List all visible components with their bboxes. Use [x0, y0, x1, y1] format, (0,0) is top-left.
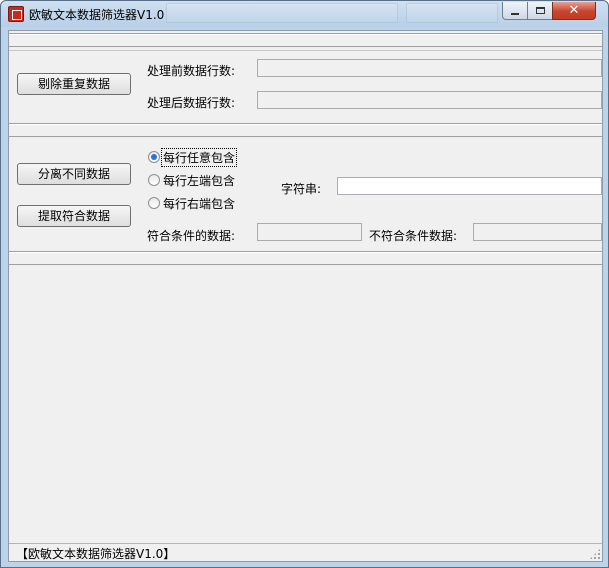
- window-title: 欧敏文本数据筛选器V1.0: [29, 8, 165, 22]
- title-bar[interactable]: 欧敏文本数据筛选器V1.0 ✕: [1, 1, 608, 27]
- section-divider: [9, 50, 602, 51]
- radio-left-contains[interactable]: [148, 174, 160, 186]
- background-window-ghost: [406, 3, 498, 23]
- before-count-field: [257, 59, 602, 77]
- remove-duplicates-button[interactable]: 剔除重复数据: [17, 73, 131, 95]
- before-count-label: 处理前数据行数:: [147, 64, 236, 78]
- app-logo-icon: [8, 6, 24, 22]
- separator-band: [9, 33, 602, 47]
- resize-grip-icon[interactable]: [589, 548, 601, 560]
- split-different-button[interactable]: 分离不同数据: [17, 163, 131, 185]
- client-area: 剔除重复数据 处理前数据行数: 处理后数据行数: 分离不同数据 提取符合数据 每…: [8, 30, 603, 562]
- separator-band: [9, 251, 602, 265]
- extract-matching-button[interactable]: 提取符合数据: [17, 205, 131, 227]
- radio-any-contains[interactable]: [148, 151, 160, 163]
- radio-any-contains-label[interactable]: 每行任意包含: [160, 148, 238, 167]
- app-window: 欧敏文本数据筛选器V1.0 ✕ 剔除重复数据 处理前数据行数: 处理后数据行数:…: [0, 0, 609, 568]
- maximize-button[interactable]: [527, 2, 553, 20]
- after-count-field: [257, 91, 602, 109]
- after-count-label: 处理后数据行数:: [147, 96, 236, 110]
- maximize-icon: [535, 7, 545, 14]
- nonmatching-data-label: 不符合条件数据:: [369, 229, 458, 243]
- minimize-icon: [511, 12, 519, 15]
- radio-right-contains[interactable]: [148, 197, 160, 209]
- minimize-button[interactable]: [502, 2, 528, 20]
- empty-work-area: [9, 267, 602, 543]
- string-label: 字符串:: [281, 182, 322, 196]
- radio-right-contains-label[interactable]: 每行右端包含: [163, 195, 235, 212]
- string-input[interactable]: [337, 177, 602, 195]
- close-button[interactable]: ✕: [552, 2, 596, 20]
- nonmatching-data-field: [473, 223, 602, 241]
- radio-left-contains-label[interactable]: 每行左端包含: [163, 172, 235, 189]
- status-bar: 【欧敏文本数据筛选器V1.0】: [9, 543, 602, 561]
- matching-data-label: 符合条件的数据:: [147, 229, 236, 243]
- background-window-ghost: [166, 3, 398, 23]
- separator-band: [9, 123, 602, 137]
- matching-data-field: [257, 223, 362, 241]
- close-icon: ✕: [568, 3, 580, 18]
- status-text: 【欧敏文本数据筛选器V1.0】: [16, 547, 176, 561]
